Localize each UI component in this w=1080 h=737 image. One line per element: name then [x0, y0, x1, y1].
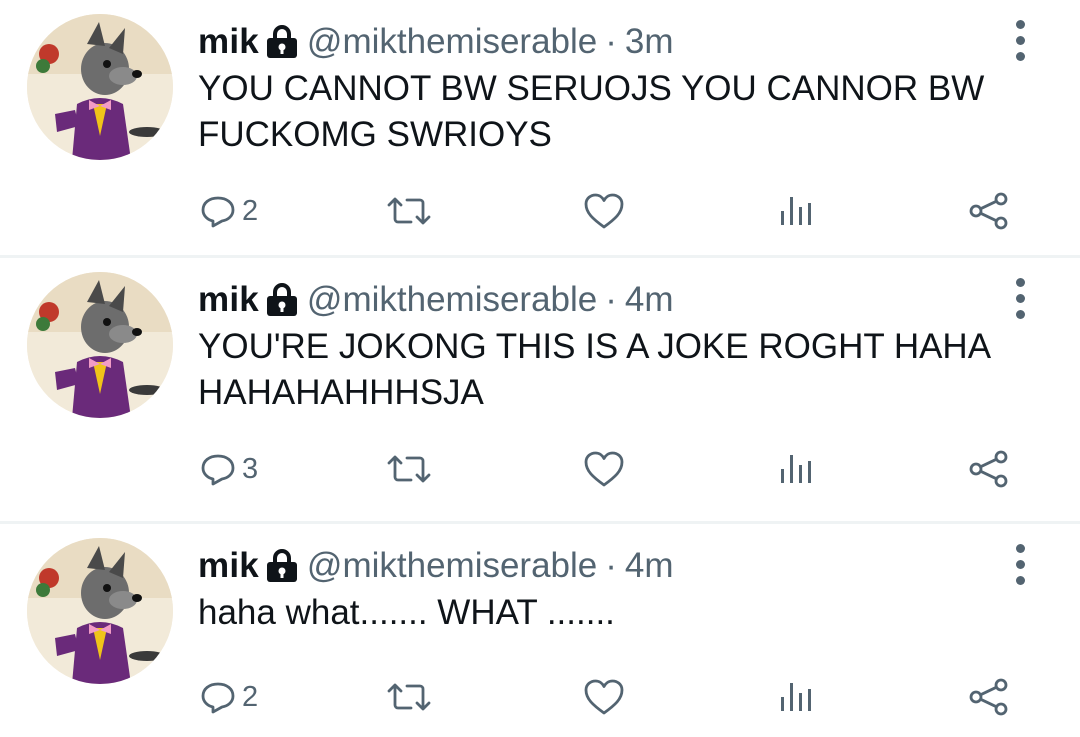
- reply-count: 2: [242, 194, 259, 227]
- retweet-icon: [387, 455, 431, 483]
- retweet-icon: [387, 197, 431, 225]
- display-name[interactable]: mik: [198, 546, 259, 586]
- tweet[interactable]: mik @mikthemiserable · 4m haha what.....…: [0, 524, 1080, 737]
- tweet[interactable]: mik @mikthemiserable · 3m YOU CANNOT BW …: [0, 0, 1080, 255]
- like-button[interactable]: [583, 672, 625, 722]
- share-icon: [969, 450, 1008, 488]
- lock-icon: [266, 25, 297, 58]
- share-button[interactable]: [968, 672, 1010, 722]
- avatar[interactable]: [27, 538, 173, 684]
- separator-dot: ·: [605, 280, 617, 319]
- heart-icon: [584, 451, 624, 487]
- retweet-button[interactable]: [385, 444, 433, 494]
- retweet-button[interactable]: [385, 672, 433, 722]
- tweet-actions: 3: [0, 444, 1080, 494]
- avatar[interactable]: [27, 14, 173, 160]
- display-name[interactable]: mik: [198, 22, 259, 62]
- views-icon: [781, 683, 811, 711]
- reply-icon: [201, 682, 235, 714]
- reply-button[interactable]: 2: [200, 672, 258, 722]
- timestamp[interactable]: 4m: [625, 546, 674, 586]
- retweet-button[interactable]: [385, 186, 433, 236]
- heart-icon: [584, 193, 624, 229]
- retweet-icon: [387, 683, 431, 711]
- tweet-text: YOU'RE JOKONG THIS IS A JOKE ROGHT HAHA …: [198, 327, 990, 412]
- share-icon: [969, 192, 1008, 230]
- lock-icon: [266, 283, 297, 316]
- views-icon: [781, 197, 811, 225]
- handle[interactable]: @mikthemiserable: [307, 280, 597, 320]
- share-button[interactable]: [968, 444, 1010, 494]
- separator-dot: ·: [605, 546, 617, 585]
- reply-icon: [201, 196, 235, 228]
- display-name[interactable]: mik: [198, 280, 259, 320]
- more-vertical-icon[interactable]: [1010, 278, 1032, 320]
- views-button[interactable]: [778, 444, 814, 494]
- separator-dot: ·: [605, 22, 617, 61]
- tweet-text: YOU CANNOT BW SERUOJS YOU CANNOR BW FUCK…: [198, 69, 985, 154]
- like-button[interactable]: [583, 444, 625, 494]
- more-vertical-icon[interactable]: [1010, 20, 1032, 62]
- reply-icon: [201, 454, 235, 486]
- views-icon: [781, 455, 811, 483]
- heart-icon: [584, 679, 624, 715]
- tweet-actions: 2: [0, 672, 1080, 722]
- views-button[interactable]: [778, 186, 814, 236]
- timestamp[interactable]: 3m: [625, 22, 674, 62]
- reply-button[interactable]: 2: [200, 186, 258, 236]
- handle[interactable]: @mikthemiserable: [307, 546, 597, 586]
- reply-count: 2: [242, 680, 259, 713]
- tweet-header: mik @mikthemiserable · 4m: [198, 280, 674, 320]
- avatar[interactable]: [27, 272, 173, 418]
- tweet[interactable]: mik @mikthemiserable · 4m YOU'RE JOKONG …: [0, 258, 1080, 521]
- handle[interactable]: @mikthemiserable: [307, 22, 597, 62]
- tweet-text: haha what....... WHAT .......: [198, 593, 615, 632]
- tweet-header: mik @mikthemiserable · 3m: [198, 22, 674, 62]
- share-icon: [969, 678, 1008, 716]
- like-button[interactable]: [583, 186, 625, 236]
- tweet-header: mik @mikthemiserable · 4m: [198, 546, 674, 586]
- reply-count: 3: [242, 452, 259, 485]
- reply-button[interactable]: 3: [200, 444, 258, 494]
- tweet-actions: 2: [0, 186, 1080, 236]
- lock-icon: [266, 549, 297, 582]
- more-vertical-icon[interactable]: [1010, 544, 1032, 586]
- timestamp[interactable]: 4m: [625, 280, 674, 320]
- views-button[interactable]: [778, 672, 814, 722]
- share-button[interactable]: [968, 186, 1010, 236]
